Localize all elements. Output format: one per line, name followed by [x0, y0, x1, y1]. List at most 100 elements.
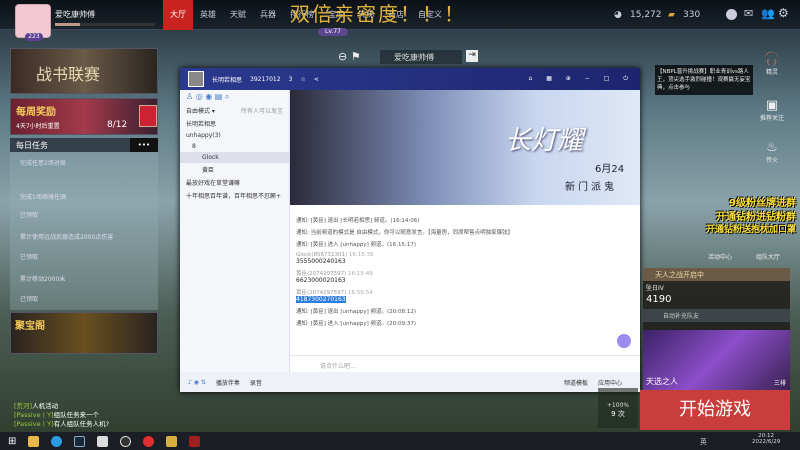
player-name: 爱吃康帅傅 — [55, 10, 95, 19]
gear-icon[interactable]: ⚙ — [778, 6, 789, 20]
rank-badge: Lv.77 — [318, 28, 348, 36]
chat-channel: [Passive丨Y] — [14, 411, 54, 419]
game-chat: [荒河]人机活动 [Passive丨Y]组队任务来一个 [Passive丨Y]有… — [14, 402, 109, 429]
lobby-player-name: 爱吃康帅傅 — [380, 50, 462, 64]
task-name: 完成任意2场对局 — [20, 160, 66, 167]
channel-template-button[interactable]: 频道模板 — [564, 378, 588, 387]
torch-button[interactable]: ♨ 传火 — [760, 140, 784, 164]
friends-icon[interactable]: 👥 — [761, 7, 775, 20]
share-icon[interactable]: ⋖ — [314, 76, 319, 83]
fan-text-2: 开通钻粉进钻粉群 — [716, 212, 796, 223]
hero-mode-card[interactable]: 天选之人 三排 — [643, 330, 790, 390]
sprite-label: 精灵 — [765, 69, 778, 76]
auto-fill-toggle[interactable]: 自动补充队友 — [643, 309, 790, 322]
chat-text: 人机活动 — [32, 402, 59, 410]
daily-title: 每日任务 — [16, 141, 48, 150]
recommend-button[interactable]: ▣ 推荐关注 — [760, 98, 784, 122]
more-button[interactable]: ••• — [130, 138, 158, 152]
help-icon[interactable] — [726, 9, 737, 20]
obs-icon[interactable] — [120, 435, 132, 447]
party-icon[interactable]: ⊖ ⚑ — [338, 50, 361, 63]
task-name: 累计使用远战武器造成2000点伤害 — [20, 234, 114, 241]
message-text-selected[interactable]: 4187300270163 — [296, 296, 346, 303]
chat-channel: [Passive丨Y] — [14, 420, 54, 428]
message-time: 16:15:49 — [348, 271, 373, 277]
sidebar-tools[interactable]: ♙ ◎ ◉ ▤ ⌕ — [180, 90, 289, 104]
league-banner[interactable]: 战书联赛 — [10, 48, 158, 94]
team-hall[interactable]: 组队大厅 — [756, 252, 780, 261]
app-center-button[interactable]: 应用中心 — [598, 378, 622, 387]
gold-count: 330 — [683, 10, 701, 20]
windows-start-icon[interactable]: ⊞ — [8, 436, 16, 447]
daily-task-list: 完成任意2场对局 完成1场顺境任酒 已领取 累计使用远战武器造成2000点伤害 … — [10, 152, 158, 310]
gold-icon: ▰ — [668, 10, 675, 20]
task-name: 累计移动2000米 — [20, 276, 66, 283]
star-icon[interactable]: ☆ — [300, 76, 305, 83]
camera-icon: ▣ — [765, 98, 779, 113]
event-panel[interactable]: 天人之战开启中 坠日IV 4190 自动补充队友 — [643, 268, 790, 330]
reward-bag-icon[interactable] — [139, 105, 157, 127]
chat-text: 组队任务来一个 — [53, 411, 100, 419]
mail-icon[interactable]: ✉ — [744, 7, 753, 20]
music-icon[interactable] — [143, 435, 155, 447]
boost-card[interactable]: +100% 9 次 — [598, 388, 638, 428]
channel-tree-item[interactable]: 最放好戏在草堂谦嘛 — [180, 176, 289, 189]
channel-tree-item[interactable]: 十年相思百年谱，百年相思不忍厮+ — [180, 189, 289, 202]
treasure-pavilion[interactable]: 聚宝阁 — [10, 312, 158, 354]
start-game-button[interactable]: 开始游戏 — [640, 390, 790, 430]
tab-weapons[interactable]: 兵器 — [253, 0, 283, 30]
system-notice: 通知: [黄臣] 退出 [unhappy] 频道。(20:08:12) — [296, 309, 416, 315]
taskbar: ⊞ — [0, 432, 800, 450]
member-item[interactable]: Glock — [180, 152, 289, 163]
channel-name: 长明若相思 — [212, 76, 243, 84]
event-score: 4190 — [646, 294, 672, 305]
task-status: 已领取 — [20, 254, 39, 261]
clock-date: 2022/6/29 — [752, 439, 781, 445]
message-text: 3555000240163 — [296, 258, 346, 265]
news-notice[interactable]: 【NBPL晋升挑战赛】职业青训vs路人王，顶尖选手激烈碰撞！观赛赢无妄宝典，点击… — [655, 65, 753, 95]
sprite-button[interactable]: 🎧 精灵 — [760, 52, 784, 76]
event-title: 天人之战开启中 — [643, 268, 790, 281]
torch-label: 传火 — [765, 157, 778, 164]
activity-center[interactable]: 活动中心 — [708, 252, 732, 261]
weekly-progress: 8/12 — [107, 120, 128, 130]
tab-talent[interactable]: 天赋 — [223, 0, 253, 30]
channel-tree-item[interactable]: unhappy(3) — [180, 130, 289, 141]
exit-icon[interactable]: ⇥ — [466, 50, 478, 62]
record-button[interactable]: 录音 — [250, 378, 262, 387]
play-accompaniment-button[interactable]: 播放伴奏 — [216, 378, 240, 387]
tab-lobby[interactable]: 大厅 — [163, 0, 193, 30]
banner-subtitle: 新门派鬼 — [565, 182, 617, 193]
channel-sidebar: ♙ ◎ ◉ ▤ ⌕ 自由模式 ▾ 所有人可以发言 长明若相思 unhappy(3)… — [180, 90, 290, 372]
tab-heroes[interactable]: 英雄 — [193, 0, 223, 30]
explorer-icon[interactable] — [28, 435, 40, 447]
task-name: 完成1场顺境任酒 — [20, 194, 66, 201]
steam-icon[interactable] — [74, 435, 86, 447]
window-controls[interactable]: ⌂ ▦ ⊕ − □ ⏻ — [529, 75, 634, 83]
bottom-toolbar: ♪ ◉ ⇅ 播放伴奏 录音 频道模板 应用中心 — [180, 372, 640, 392]
flame-icon: ♨ — [766, 140, 778, 155]
game-icon[interactable] — [166, 435, 178, 447]
mic-icon[interactable]: ♪ ◉ ⇅ — [188, 379, 206, 386]
boost-pct: +100% — [606, 402, 630, 409]
member-item[interactable]: 黄臣 — [180, 163, 289, 176]
tray-lang[interactable]: 英 — [700, 437, 707, 447]
weekly-title: 每周奖励 — [16, 107, 56, 118]
clock[interactable]: 20:12 2022/6/29 — [752, 433, 780, 445]
channel-avatar — [188, 71, 204, 87]
channel-tree-item[interactable]: 8 — [180, 141, 289, 152]
voice-app-icon[interactable] — [189, 435, 201, 447]
member-count: 3 — [288, 75, 293, 83]
coin-icon: ◕ — [614, 10, 622, 20]
task-status: 已领取 — [20, 212, 39, 219]
task-status: 已领取 — [20, 296, 39, 303]
assistant-icon[interactable] — [617, 334, 631, 348]
mode-select[interactable]: 自由模式 ▾ — [186, 106, 215, 115]
system-notice: 通知: [黄臣] 进入 [unhappy] 频道。(16:15:17) — [296, 242, 416, 248]
event-banner[interactable]: 长灯耀 6月24 新门派鬼 — [290, 90, 640, 205]
app-icon[interactable] — [97, 435, 109, 447]
channel-tree-item[interactable]: 长明若相思 — [180, 117, 289, 130]
edge-icon[interactable] — [51, 435, 63, 447]
message-input[interactable]: 说点什么吧... — [290, 355, 640, 372]
weekly-reward[interactable]: 每周奖励 4天7小时后重置 8/12 — [10, 98, 158, 135]
